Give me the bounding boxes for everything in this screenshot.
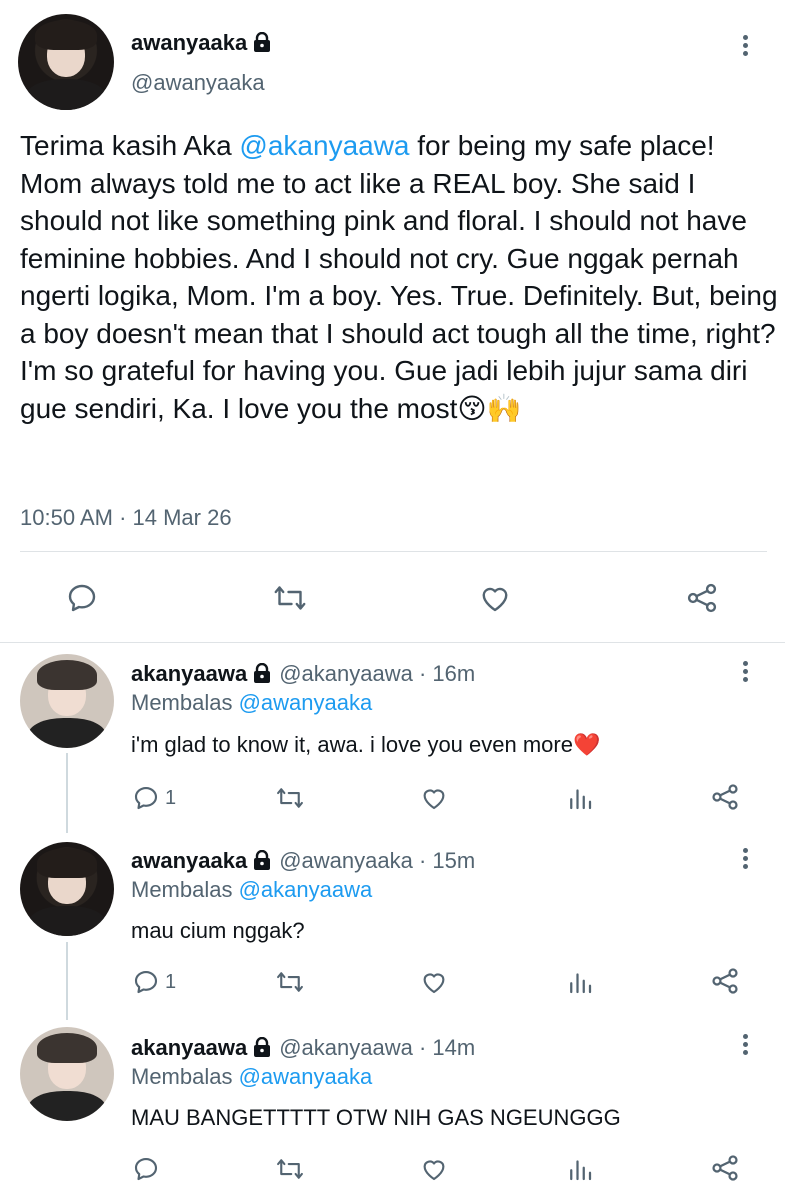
- like-icon: [423, 973, 445, 994]
- replying-to: Membalas @awanyaaka: [131, 1064, 373, 1089]
- mention-link[interactable]: @awanyaaka: [239, 690, 373, 715]
- avatar[interactable]: [18, 14, 114, 110]
- avatar[interactable]: [20, 1027, 114, 1121]
- like-icon: [423, 789, 445, 810]
- reply-icon: [134, 786, 158, 810]
- more-options-icon[interactable]: [733, 845, 757, 875]
- lock-icon: [253, 1036, 271, 1063]
- divider: [0, 642, 785, 643]
- author-handle-time[interactable]: @akanyaawa · 14m: [279, 1035, 475, 1060]
- reply-header: akanyaawa @akanyaawa · 14m: [131, 1035, 475, 1063]
- retweet-icon: [277, 788, 303, 808]
- reply-button[interactable]: [131, 1154, 165, 1184]
- like-button[interactable]: [419, 1154, 449, 1184]
- main-tweet: awanyaaka @awanyaaka Terima kasih Aka @a…: [0, 0, 785, 640]
- retweet-button[interactable]: [275, 783, 305, 813]
- reply-text: MAU BANGETTTTT OTW NIH GAS NGEUNGGG: [131, 1105, 621, 1130]
- lock-icon: [253, 662, 271, 689]
- share-button[interactable]: [709, 1152, 741, 1184]
- retweet-icon: [277, 972, 303, 992]
- avatar[interactable]: [20, 654, 114, 748]
- like-icon: [482, 587, 508, 612]
- reply-button[interactable]: [64, 580, 100, 616]
- share-button[interactable]: [709, 965, 741, 997]
- lock-icon: [253, 849, 271, 876]
- retweet-icon: [274, 586, 306, 610]
- reply-count: 1: [165, 786, 177, 809]
- share-icon: [687, 583, 717, 613]
- reply-text: i'm glad to know it, awa. i love you eve…: [131, 732, 601, 757]
- like-button[interactable]: [477, 580, 513, 616]
- more-options-icon[interactable]: [733, 658, 757, 688]
- author-handle[interactable]: @awanyaaka: [131, 70, 265, 96]
- timestamp[interactable]: 10:50 AM · 14 Mar 26: [20, 505, 232, 531]
- divider: [20, 551, 767, 552]
- reply-text: mau cium nggak?: [131, 918, 305, 943]
- analytics-button[interactable]: [565, 1154, 595, 1184]
- author-name[interactable]: akanyaawa: [131, 661, 247, 686]
- author-handle-time[interactable]: @awanyaaka · 15m: [279, 848, 475, 873]
- analytics-icon: [570, 789, 592, 810]
- emoji: 😚🙌: [457, 392, 522, 424]
- reply-button[interactable]: 1: [131, 967, 176, 997]
- reply-count: 1: [165, 970, 177, 993]
- retweet-icon: [277, 1159, 303, 1179]
- lock-icon: [253, 31, 271, 58]
- reply-icon: [68, 584, 96, 612]
- more-options-icon[interactable]: [733, 32, 757, 62]
- mention-link[interactable]: @akanyaawa: [239, 130, 409, 161]
- share-icon: [712, 784, 738, 810]
- author-name[interactable]: akanyaawa: [131, 1035, 247, 1060]
- share-button[interactable]: [684, 580, 720, 616]
- analytics-icon: [570, 1160, 592, 1181]
- retweet-button[interactable]: [275, 1154, 305, 1184]
- reply-icon: [134, 1157, 158, 1181]
- author-name[interactable]: awanyaaka: [131, 848, 247, 873]
- thread-line: [66, 942, 68, 1020]
- like-button[interactable]: [419, 967, 449, 997]
- analytics-icon: [570, 973, 592, 994]
- share-icon: [712, 968, 738, 994]
- reply-header: awanyaaka @awanyaaka · 15m: [131, 848, 475, 876]
- like-icon: [423, 1160, 445, 1181]
- more-options-icon[interactable]: [733, 1031, 757, 1061]
- replying-to: Membalas @akanyaawa: [131, 877, 373, 902]
- analytics-button[interactable]: [565, 783, 595, 813]
- author-handle-time[interactable]: @akanyaawa · 16m: [279, 661, 475, 686]
- reply-header: akanyaawa @akanyaawa · 16m: [131, 661, 475, 689]
- retweet-button[interactable]: [272, 580, 308, 616]
- reply-icon: [134, 970, 158, 994]
- avatar[interactable]: [20, 842, 114, 936]
- thread-line: [66, 753, 68, 833]
- mention-link[interactable]: @awanyaaka: [239, 1064, 373, 1089]
- tweet-text: Terima kasih Aka @akanyaawa for being my…: [20, 130, 778, 424]
- share-button[interactable]: [709, 781, 741, 813]
- share-icon: [712, 1155, 738, 1181]
- analytics-button[interactable]: [565, 967, 595, 997]
- reply-button[interactable]: 1: [131, 783, 176, 813]
- replying-to: Membalas @awanyaaka: [131, 690, 373, 715]
- mention-link[interactable]: @akanyaawa: [239, 877, 373, 902]
- author-name[interactable]: awanyaaka: [131, 30, 271, 58]
- like-button[interactable]: [419, 783, 449, 813]
- retweet-button[interactable]: [275, 967, 305, 997]
